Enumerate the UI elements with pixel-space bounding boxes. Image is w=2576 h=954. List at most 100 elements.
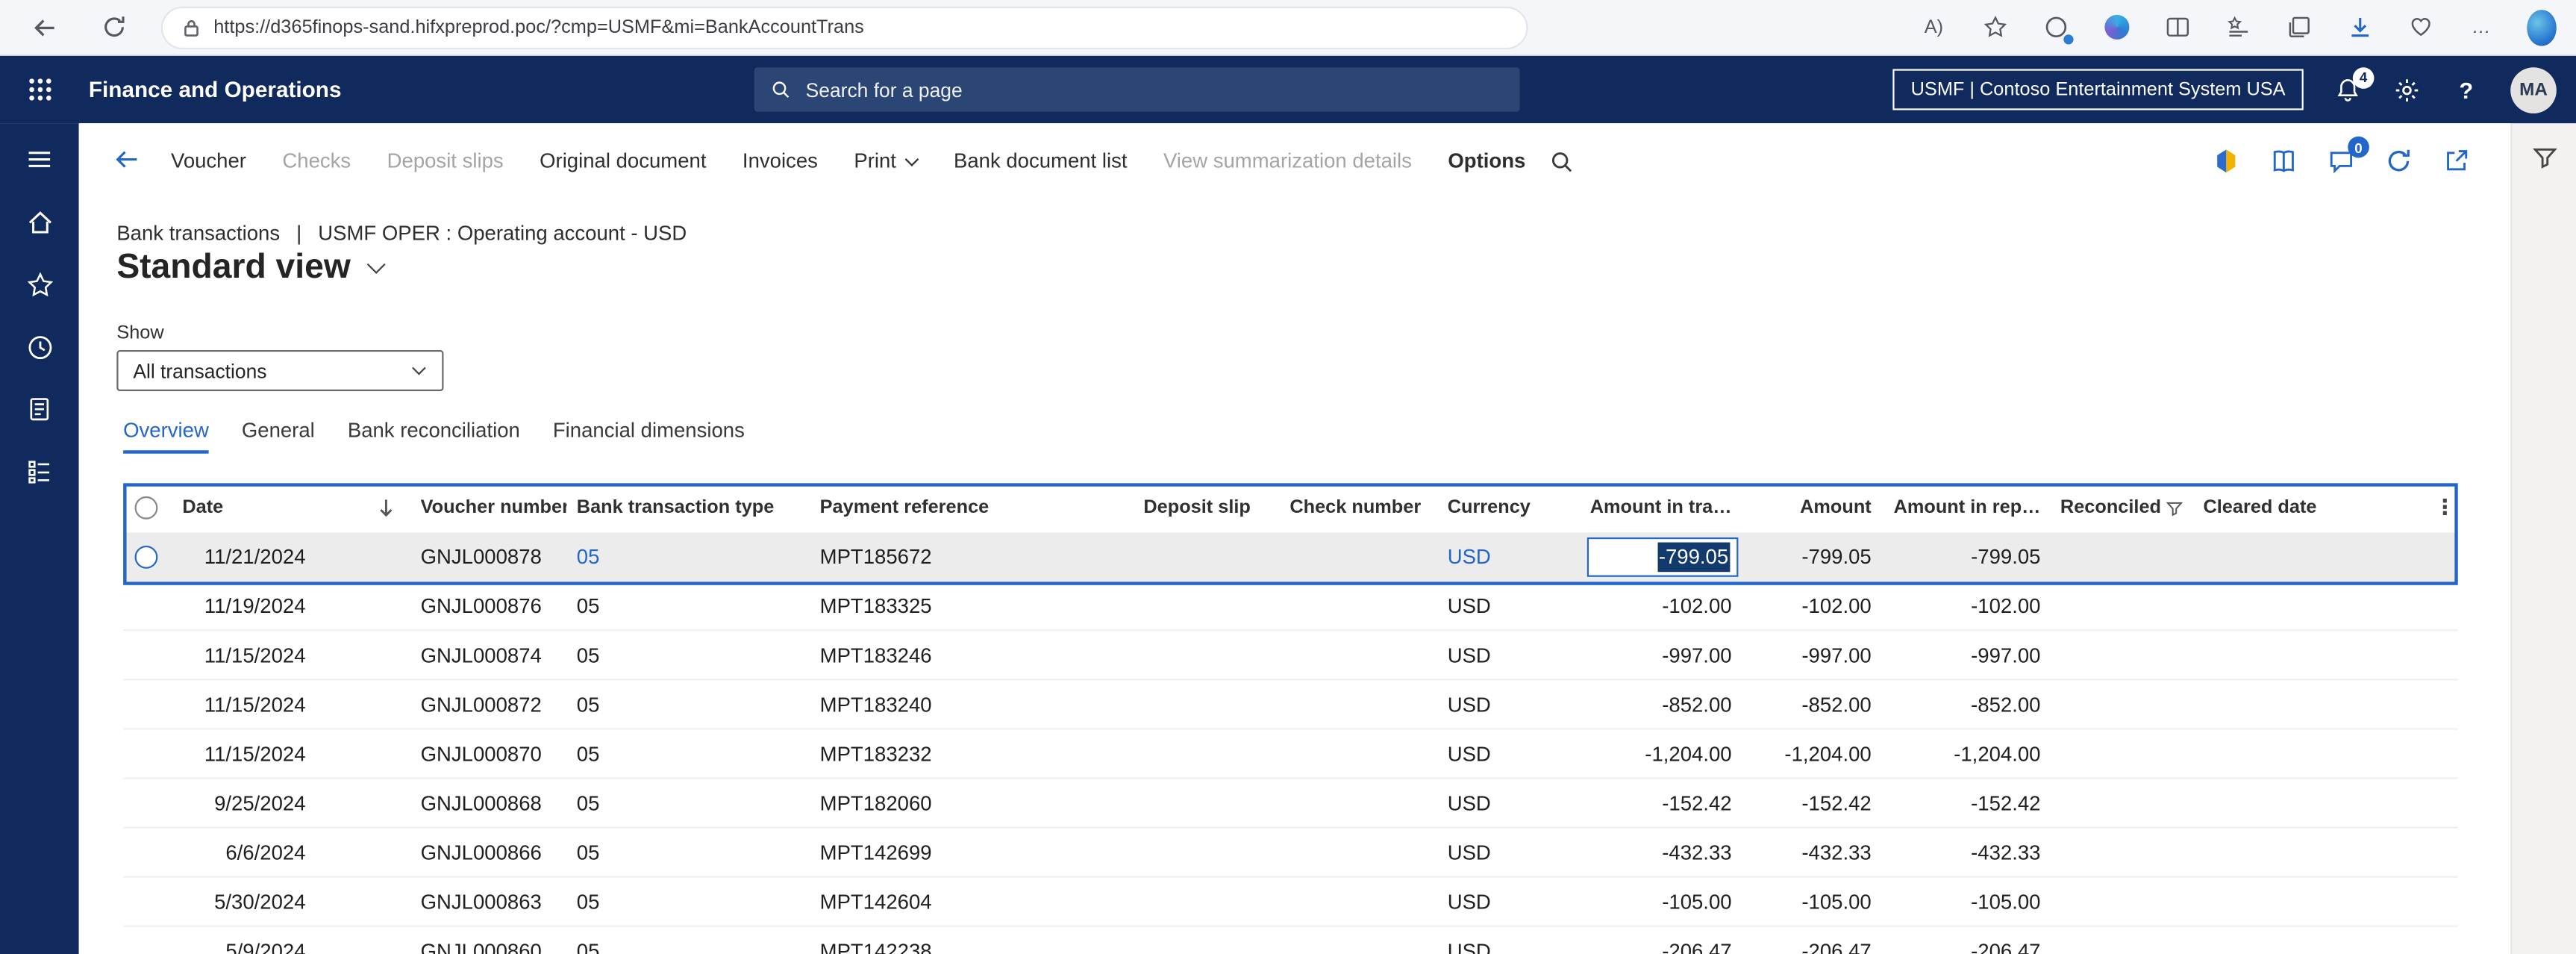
cell-currency[interactable]: USD <box>1437 878 1536 927</box>
currency-link[interactable]: USD <box>1448 546 1491 569</box>
row-select-cell[interactable] <box>123 730 172 779</box>
column-header-payment-reference[interactable]: Payment reference <box>810 483 1134 532</box>
cell-voucher[interactable]: GNJL000876 <box>410 582 566 631</box>
cell-amount-reporting[interactable]: -206.47 <box>1881 927 2051 954</box>
cell-check-number[interactable] <box>1257 631 1437 680</box>
tab-bank-reconciliation[interactable]: Bank reconciliation <box>348 419 520 453</box>
cell-reconciled[interactable] <box>2051 730 2194 779</box>
bank-transaction-type-link[interactable]: 05 <box>577 546 600 569</box>
cell-reconciled[interactable] <box>2051 829 2194 878</box>
company-picker[interactable]: USMF | Contoso Entertainment System USA <box>1892 69 2303 110</box>
cell-check-number[interactable] <box>1257 779 1437 829</box>
action-search-icon[interactable] <box>1548 149 1573 173</box>
amount-edit-input[interactable]: -799.05 <box>1587 537 1739 577</box>
cell-reconciled[interactable] <box>2051 779 2194 829</box>
cell-cleared-date[interactable] <box>2193 829 2431 878</box>
tab-general[interactable]: General <box>242 419 315 453</box>
app-title[interactable]: Finance and Operations <box>89 77 342 102</box>
select-all-radio[interactable] <box>135 496 158 520</box>
split-screen-icon[interactable] <box>2162 13 2192 43</box>
open-in-office-icon[interactable] <box>2211 146 2241 176</box>
column-header-reconciled[interactable]: Reconciled <box>2051 483 2194 532</box>
cell-deposit-slip[interactable] <box>1134 779 1257 829</box>
column-header-deposit-slip[interactable]: Deposit slip <box>1134 483 1257 532</box>
table-row-selected[interactable]: 11/21/2024 GNJL000878 05 MPT185672 USD -… <box>123 532 2458 582</box>
table-row[interactable]: 11/19/2024 GNJL000876 05 MPT183325 USD -… <box>123 582 2458 631</box>
cell-currency[interactable]: USD <box>1437 532 1536 582</box>
cell-amount-txn[interactable]: -152.42 <box>1536 779 1742 829</box>
cell-amount-reporting[interactable]: -105.00 <box>1881 878 2051 927</box>
cell-deposit-slip[interactable] <box>1134 631 1257 680</box>
column-header-bank-transaction-type[interactable]: Bank transaction type <box>567 483 810 532</box>
cell-date[interactable]: 11/15/2024 <box>172 631 410 680</box>
cell-amount-txn[interactable]: -432.33 <box>1536 829 1742 878</box>
cell-deposit-slip[interactable] <box>1134 927 1257 954</box>
table-row[interactable]: 11/15/2024 GNJL000870 05 MPT183232 USD -… <box>123 730 2458 779</box>
cell-date[interactable]: 9/25/2024 <box>172 779 410 829</box>
cell-currency[interactable]: USD <box>1437 829 1536 878</box>
global-search[interactable] <box>754 67 1520 111</box>
column-header-voucher[interactable]: Voucher number <box>410 483 566 532</box>
row-select-cell[interactable] <box>123 582 172 631</box>
cell-amount-txn[interactable]: -206.47 <box>1536 927 1742 954</box>
page-back-icon[interactable] <box>112 145 145 178</box>
cell-amount-txn[interactable]: -799.05 <box>1536 532 1742 582</box>
app-launcher-icon[interactable] <box>0 77 79 102</box>
column-header-amount[interactable]: Amount <box>1742 483 1881 532</box>
cell-reconciled[interactable] <box>2051 532 2194 582</box>
column-header-amount-txn[interactable]: Amount in tra… <box>1536 483 1742 532</box>
filter-funnel-icon[interactable] <box>2166 499 2183 517</box>
show-transactions-dropdown[interactable]: All transactions <box>116 350 443 391</box>
cell-payment-reference[interactable]: MPT142604 <box>810 878 1134 927</box>
read-aloud-icon[interactable]: A) <box>1919 13 1949 43</box>
cell-reconciled[interactable] <box>2051 927 2194 954</box>
cell-check-number[interactable] <box>1257 582 1437 631</box>
cell-amount-reporting[interactable]: -432.33 <box>1881 829 2051 878</box>
cell-payment-reference[interactable]: MPT183232 <box>810 730 1134 779</box>
notifications-bell-icon[interactable]: 4 <box>2333 75 2363 105</box>
filter-funnel-icon[interactable] <box>2530 143 2560 173</box>
select-all-cell[interactable] <box>123 483 172 532</box>
recent-clock-icon[interactable] <box>25 332 54 362</box>
cell-voucher[interactable]: GNJL000874 <box>410 631 566 680</box>
cell-payment-reference[interactable]: MPT142238 <box>810 927 1134 954</box>
cell-amount[interactable]: -206.47 <box>1742 927 1881 954</box>
cell-bank-transaction-type[interactable]: 05 <box>567 681 810 730</box>
cell-amount-reporting[interactable]: -799.05 <box>1881 532 2051 582</box>
cell-payment-reference[interactable]: MPT183240 <box>810 681 1134 730</box>
cell-date[interactable]: 11/15/2024 <box>172 730 410 779</box>
cell-cleared-date[interactable] <box>2193 779 2431 829</box>
cell-bank-transaction-type[interactable]: 05 <box>567 582 810 631</box>
row-select-cell[interactable] <box>123 532 172 582</box>
cell-amount[interactable]: -997.00 <box>1742 631 1881 680</box>
cell-currency[interactable]: USD <box>1437 779 1536 829</box>
cell-check-number[interactable] <box>1257 927 1437 954</box>
cell-check-number[interactable] <box>1257 878 1437 927</box>
menu-bank-document-list[interactable]: Bank document list <box>954 149 1128 172</box>
messages-icon[interactable]: 0 <box>2327 146 2357 176</box>
cell-amount-reporting[interactable]: -1,204.00 <box>1881 730 2051 779</box>
cell-currency[interactable]: USD <box>1437 631 1536 680</box>
browser-more-icon[interactable]: … <box>2466 13 2496 43</box>
cell-voucher[interactable]: GNJL000860 <box>410 927 566 954</box>
column-header-check-number[interactable]: Check number <box>1257 483 1437 532</box>
row-select-cell[interactable] <box>123 878 172 927</box>
cell-date[interactable]: 6/6/2024 <box>172 829 410 878</box>
menu-invoices[interactable]: Invoices <box>743 149 818 172</box>
row-select-cell[interactable] <box>123 681 172 730</box>
cell-deposit-slip[interactable] <box>1134 730 1257 779</box>
menu-original-document[interactable]: Original document <box>540 149 706 172</box>
cell-voucher[interactable]: GNJL000878 <box>410 532 566 582</box>
tab-overview[interactable]: Overview <box>123 419 209 453</box>
cell-bank-transaction-type[interactable]: 05 <box>567 730 810 779</box>
row-radio-selected[interactable] <box>135 546 158 569</box>
view-title-label[interactable]: Standard view <box>116 248 351 287</box>
cell-currency[interactable]: USD <box>1437 730 1536 779</box>
cell-cleared-date[interactable] <box>2193 532 2431 582</box>
cell-amount-txn[interactable]: -1,204.00 <box>1536 730 1742 779</box>
cell-amount-txn[interactable]: -852.00 <box>1536 681 1742 730</box>
help-icon[interactable]: ? <box>2451 75 2481 105</box>
settings-gear-icon[interactable] <box>2392 75 2422 105</box>
table-row[interactable]: 9/25/2024 GNJL000868 05 MPT182060 USD -1… <box>123 779 2458 829</box>
menu-voucher[interactable]: Voucher <box>171 149 246 172</box>
